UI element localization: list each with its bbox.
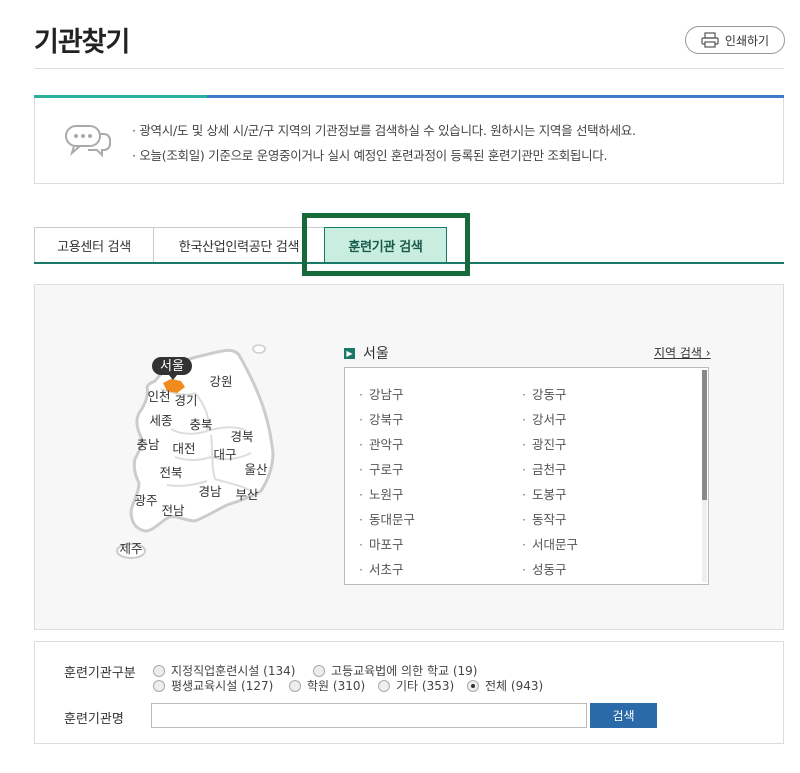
radio-label: 학원 (310): [307, 679, 366, 693]
region-label-jeonnam[interactable]: 전남: [161, 503, 185, 518]
chat-bubble-icon: [65, 125, 111, 158]
chevron-right-icon: ▶: [344, 347, 355, 359]
korea-map: 서울 인천 경기 강원 세종 충북 충남 대전 경북 대구 울산 전북 경남 부…: [116, 344, 275, 559]
region-label-busan[interactable]: 부산: [235, 487, 259, 502]
region-label-gangwon[interactable]: 강원: [209, 374, 232, 389]
region-heading-label: 서울: [363, 346, 389, 362]
tab-employment-center[interactable]: 고용센터 검색: [34, 227, 154, 263]
title-divider: [34, 68, 784, 69]
region-label-gyeongbuk[interactable]: 경북: [230, 429, 253, 444]
info-bar-blue: [207, 95, 784, 98]
region-label-ulsan[interactable]: 울산: [244, 462, 268, 477]
scrollbar-thumb[interactable]: [702, 370, 707, 500]
list-item[interactable]: 광진구: [522, 434, 567, 453]
list-item[interactable]: 서대문구: [522, 534, 578, 553]
info-line-1: · 광역시/도 및 상세 시/군/구 지역의 기관정보를 검색하실 수 있습니다…: [132, 123, 636, 138]
active-tab-highlight: [302, 213, 470, 276]
list-item[interactable]: 성동구: [522, 559, 567, 578]
region-label-incheon[interactable]: 인천: [147, 389, 170, 404]
region-heading: ▶ 서울: [344, 343, 389, 363]
region-label-jeonbuk[interactable]: 전북: [159, 465, 182, 480]
radio-button-checked[interactable]: [467, 679, 479, 692]
seoul-badge-label: 서울: [160, 359, 184, 374]
radio-button[interactable]: [313, 664, 325, 677]
ulleungdo-shape: [252, 344, 266, 354]
region-label-daejeon[interactable]: 대전: [172, 441, 195, 456]
radio-other[interactable]: 기타 (353): [378, 677, 454, 694]
region-label-gwangju[interactable]: 광주: [134, 493, 157, 508]
tab-hrd-korea[interactable]: 한국산업인력공단 검색: [153, 227, 325, 263]
radio-lifelong-education[interactable]: 평생교육시설 (127): [153, 677, 273, 694]
list-item[interactable]: 노원구: [359, 484, 404, 503]
search-button[interactable]: 검색: [590, 703, 657, 728]
radio-button[interactable]: [153, 679, 165, 692]
list-item[interactable]: 강동구: [522, 384, 567, 403]
radio-all[interactable]: 전체 (943): [467, 677, 543, 694]
radio-button[interactable]: [378, 679, 390, 692]
region-label-gyeonggi[interactable]: 경기: [174, 393, 197, 408]
info-line-2: · 오늘(조회일) 기준으로 운영중이거나 실시 예정인 훈련과정이 등록된 훈…: [132, 148, 608, 163]
institution-name-input[interactable]: [151, 703, 587, 728]
region-label-jeju[interactable]: 제주: [119, 541, 142, 556]
printer-icon: [701, 32, 719, 48]
list-item[interactable]: 강남구: [359, 384, 404, 403]
institution-type-label: 훈련기관구분: [64, 666, 136, 681]
radio-label: 기타 (353): [396, 679, 455, 693]
list-item[interactable]: 동작구: [522, 509, 567, 528]
info-box: [34, 95, 784, 184]
region-label-chungnam[interactable]: 충남: [136, 437, 160, 452]
institution-name-label: 훈련기관명: [64, 712, 124, 727]
print-button[interactable]: 인쇄하기: [685, 26, 785, 54]
list-item[interactable]: 동대문구: [359, 509, 415, 528]
region-label-sejong[interactable]: 세종: [149, 413, 172, 428]
list-item[interactable]: 관악구: [359, 434, 404, 453]
page-title: 기관찾기: [34, 27, 130, 58]
list-item[interactable]: 강북구: [359, 409, 404, 428]
region-label-gyeongnam[interactable]: 경남: [198, 484, 222, 499]
radio-button[interactable]: [289, 679, 301, 692]
list-item[interactable]: 구로구: [359, 459, 404, 478]
region-label-daegu[interactable]: 대구: [213, 447, 236, 462]
list-item[interactable]: 강서구: [522, 409, 567, 428]
radio-button[interactable]: [153, 664, 165, 677]
list-item[interactable]: 도봉구: [522, 484, 567, 503]
list-item[interactable]: 금천구: [522, 459, 567, 478]
radio-academy[interactable]: 학원 (310): [289, 677, 365, 694]
district-list: 강남구 강북구 관악구 구로구 노원구 동대문구 마포구 서초구 강동구 강서구…: [344, 367, 709, 585]
print-label: 인쇄하기: [724, 33, 770, 48]
region-search-link[interactable]: 지역 검색 ›: [654, 344, 711, 361]
radio-label: 전체 (943): [485, 679, 544, 693]
list-item[interactable]: 서초구: [359, 559, 404, 578]
info-bar-teal: [34, 95, 207, 98]
region-label-chungbuk[interactable]: 충북: [189, 417, 212, 432]
list-item[interactable]: 마포구: [359, 534, 404, 553]
radio-label: 평생교육시설 (127): [171, 679, 274, 693]
